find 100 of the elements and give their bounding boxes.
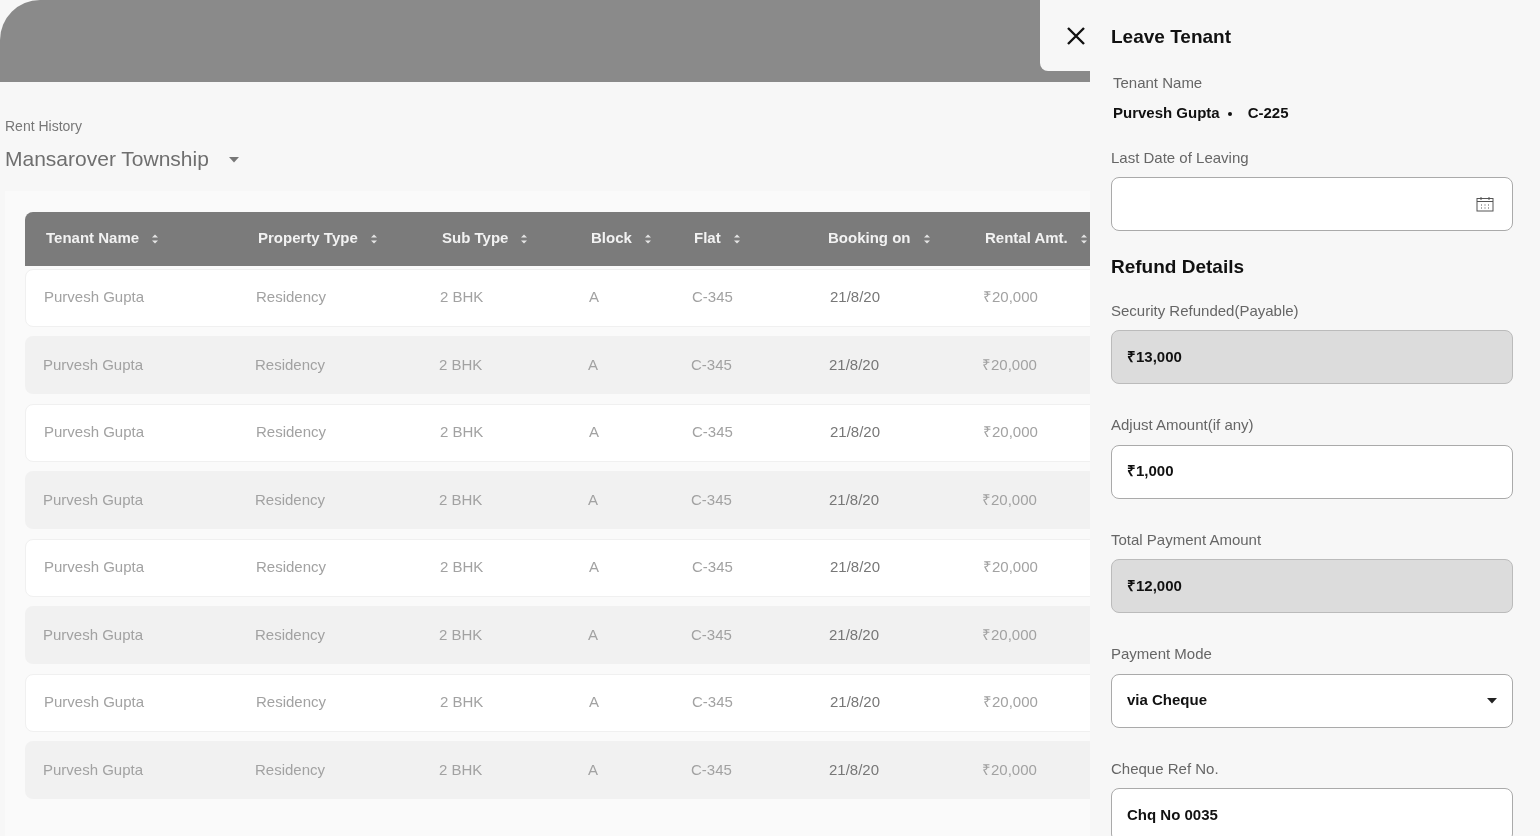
table-cell-text: A	[588, 624, 599, 645]
table-cell-text: Residency	[255, 624, 327, 645]
table-cell-text: 21/8/20	[829, 557, 882, 578]
property-dropdown[interactable]: Mansarover Township	[5, 143, 239, 175]
table-cell-text: ₹20,000	[983, 422, 1039, 443]
table-cell-text: 2 BHK	[440, 557, 485, 578]
unit-number: C-225	[1247, 103, 1289, 123]
table-cell-text: Purvesh Gupta	[43, 624, 145, 645]
sort-icon	[151, 232, 160, 245]
table-cell-text: 2 BHK	[440, 692, 485, 713]
field-label: Adjust Amount(if any)	[1111, 415, 1255, 435]
table-cell-text: Residency	[255, 759, 327, 780]
table-cell-text: A	[589, 422, 600, 443]
table-cell-text: Purvesh Gupta	[44, 557, 146, 578]
table-cell-text: Purvesh Gupta	[43, 759, 145, 780]
table-row[interactable]: Purvesh Gupta Residency 2 BHK A C-345 21/8/20 ₹20,000	[25, 741, 1090, 799]
table-row[interactable]: Purvesh Gupta Residency 2 BHK A C-345 21/8/20 ₹20,000	[25, 673, 1090, 732]
table-cell-text: 2 BHK	[439, 624, 484, 645]
section-title: Refund Details	[1111, 255, 1246, 279]
table-cell-text: ₹20,000	[983, 692, 1039, 713]
sort-icon	[732, 232, 741, 245]
close-icon	[1066, 25, 1086, 46]
input-field[interactable]: ₹1,000	[1111, 444, 1513, 499]
column-header[interactable]: Rental Amt.	[985, 227, 1090, 250]
table-cell-text: Purvesh Gupta	[43, 354, 145, 375]
table-cell-text: C-345	[691, 489, 733, 510]
table-cell-text: ₹20,000	[983, 287, 1039, 308]
table-cell-text: Purvesh Gupta	[43, 489, 145, 510]
sort-icon	[922, 232, 931, 245]
caret-icon	[228, 156, 239, 163]
table-cell-text: ₹20,000	[983, 557, 1039, 578]
table-cell-text: C-345	[691, 759, 733, 780]
sort-icon	[369, 232, 378, 245]
table-cell-text: 21/8/20	[829, 287, 882, 308]
table-cell-text: Residency	[256, 287, 328, 308]
table-cell-text: Residency	[256, 422, 328, 443]
table-row[interactable]: Purvesh Gupta Residency 2 BHK A C-345 21/8/20 ₹20,000	[25, 403, 1090, 462]
table-cell-text: 2 BHK	[439, 354, 484, 375]
column-header[interactable]: Tenant Name	[46, 227, 258, 250]
sort-icon	[643, 232, 652, 245]
date-field[interactable]	[1111, 177, 1513, 231]
field-label: Security Refunded(Payable)	[1111, 300, 1300, 321]
caret-icon	[1487, 697, 1497, 704]
table-row[interactable]: Purvesh Gupta Residency 2 BHK A C-345 21/8/20 ₹20,000	[25, 336, 1090, 394]
table-cell-text: A	[588, 354, 599, 375]
table-cell-text: C-345	[691, 354, 733, 375]
table-cell-text: 2 BHK	[439, 759, 484, 780]
tenant-name: Purvesh Gupta	[1113, 103, 1220, 123]
table-cell-text: 21/8/20	[829, 692, 882, 713]
table-cell-text: Residency	[256, 557, 328, 578]
table-cell-text: ₹20,000	[982, 354, 1038, 375]
calendar-icon[interactable]	[1476, 196, 1494, 212]
table-cell-text: 21/8/20	[828, 759, 881, 780]
column-header[interactable]: Property Type	[258, 227, 442, 250]
table-cell-text: C-345	[692, 422, 734, 443]
table-cell-text: 21/8/20	[828, 624, 881, 645]
table-row[interactable]: Purvesh Gupta Residency 2 BHK A C-345 21/8/20 ₹20,000	[25, 471, 1090, 529]
page-subtitle: Rent History	[5, 117, 84, 136]
table-cell-text: Residency	[255, 489, 327, 510]
table-cell-text: ₹20,000	[982, 489, 1038, 510]
table-row[interactable]: Purvesh Gupta Residency 2 BHK A C-345 21/8/20 ₹20,000	[25, 268, 1090, 327]
table-cell-text: Residency	[256, 692, 328, 713]
table-cell-text: 2 BHK	[440, 422, 485, 443]
table-cell-text: A	[589, 557, 600, 578]
table-cell-text: Residency	[255, 354, 327, 375]
column-header[interactable]: Sub Type	[442, 227, 591, 250]
table-cell-text: C-345	[692, 692, 734, 713]
field-label: Cheque Ref No.	[1111, 758, 1220, 779]
input-field[interactable]: ₹13,000	[1111, 330, 1513, 384]
field-label: Total Payment Amount	[1111, 529, 1263, 550]
sort-icon	[1079, 232, 1088, 245]
table-cell-text: A	[588, 759, 599, 780]
sort-icon	[520, 232, 529, 245]
table-cell-text: A	[589, 692, 600, 713]
table-row[interactable]: Purvesh Gupta Residency 2 BHK A C-345 21/8/20 ₹20,000	[25, 538, 1090, 597]
table-cell-text: A	[589, 287, 600, 308]
field-label: Payment Mode	[1111, 644, 1213, 664]
table-cell-text: C-345	[692, 287, 734, 308]
input-field[interactable]: ₹12,000	[1111, 559, 1513, 613]
table-cell-text: C-345	[691, 624, 733, 645]
table-cell-text: Purvesh Gupta	[44, 287, 146, 308]
column-header[interactable]: Flat	[694, 227, 828, 250]
drawer-title: Leave Tenant	[1111, 25, 1233, 49]
column-header[interactable]: Block	[591, 227, 694, 250]
table-cell-text: 2 BHK	[440, 287, 485, 308]
table-cell-text: 21/8/20	[828, 354, 881, 375]
select-field[interactable]: via Cheque	[1111, 673, 1513, 728]
table-cell-text: 21/8/20	[828, 489, 881, 510]
table-cell-text: A	[588, 489, 599, 510]
table-cell-text: C-345	[692, 557, 734, 578]
table-cell-text: Purvesh Gupta	[44, 692, 146, 713]
table-cell-text: ₹20,000	[982, 759, 1038, 780]
table-row[interactable]: Purvesh Gupta Residency 2 BHK A C-345 21/8/20 ₹20,000	[25, 606, 1090, 664]
input-field[interactable]: Chq No 0035	[1111, 788, 1513, 836]
column-header[interactable]: Booking on	[828, 227, 985, 250]
field-label: Tenant Name	[1113, 72, 1204, 93]
table-cell-text: Purvesh Gupta	[44, 422, 146, 443]
table-cell-text: 21/8/20	[829, 422, 882, 443]
table-cell-text: ₹20,000	[982, 624, 1038, 645]
field-label: Last Date of Leaving	[1111, 147, 1250, 168]
